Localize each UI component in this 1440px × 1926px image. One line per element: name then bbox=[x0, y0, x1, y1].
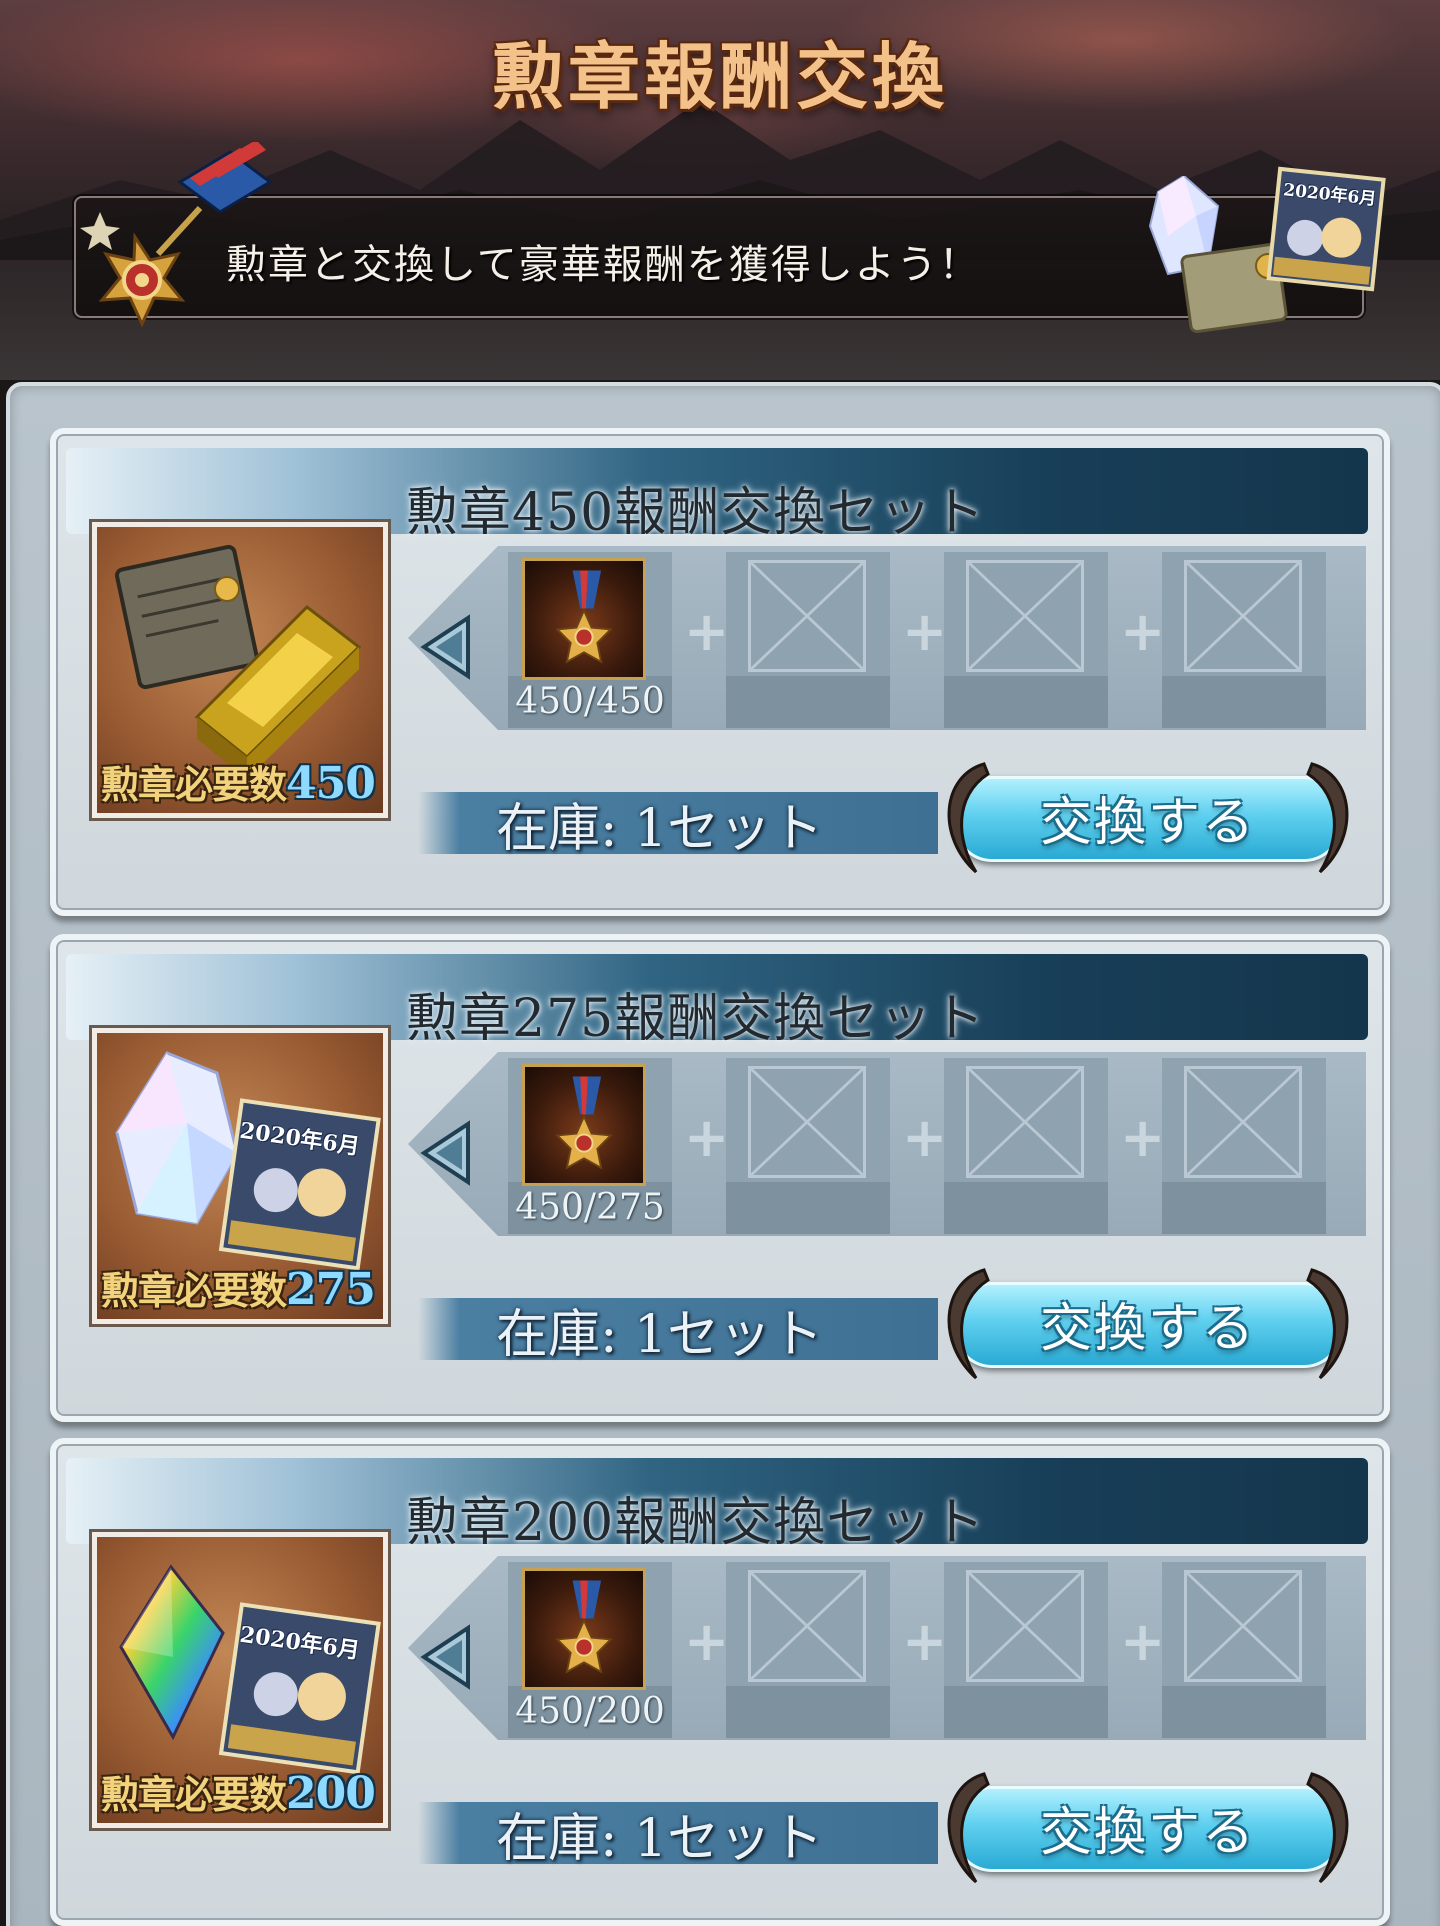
required-count: 275 bbox=[286, 1264, 376, 1315]
slot-base bbox=[1162, 1686, 1326, 1738]
slot-base bbox=[726, 1686, 890, 1738]
reward-thumbnail[interactable]: 2020年6月 勲章必要数275 bbox=[89, 1025, 391, 1327]
medal-count: 450/275 bbox=[515, 1187, 665, 1228]
exchange-button-label: 交換する bbox=[1039, 793, 1256, 853]
slot-base bbox=[726, 676, 890, 728]
exchange-button-label: 交換する bbox=[1039, 1803, 1256, 1863]
back-arrow-icon[interactable] bbox=[418, 1624, 474, 1690]
empty-slot bbox=[726, 1562, 890, 1738]
plus-icon: + bbox=[902, 600, 948, 663]
medal-slot[interactable]: 450/450 bbox=[508, 552, 672, 728]
empty-slot bbox=[944, 552, 1108, 728]
exchange-button[interactable]: 交換する bbox=[932, 1262, 1364, 1382]
exchange-set-card: 勲章450報酬交換セット 勲章必要数450 450/450 + + + 在庫: … bbox=[50, 428, 1390, 916]
empty-slot-icon bbox=[1184, 1570, 1302, 1682]
slot-base bbox=[726, 1182, 890, 1234]
set-title: 勲章450報酬交換セット bbox=[406, 483, 986, 543]
set-title: 勲章275報酬交換セット bbox=[406, 989, 986, 1049]
exchange-set-card: 勲章275報酬交換セット 2020年6月 勲章必要数275 450/275 + … bbox=[50, 934, 1390, 1422]
stock-text: 在庫: 1セット bbox=[496, 1305, 824, 1365]
medal-icon bbox=[522, 1064, 646, 1186]
slot-base bbox=[944, 1686, 1108, 1738]
stock-text: 在庫: 1セット bbox=[496, 1809, 824, 1869]
empty-slot-icon bbox=[966, 1570, 1084, 1682]
medal-slot[interactable]: 450/200 bbox=[508, 1562, 672, 1738]
empty-slot bbox=[944, 1562, 1108, 1738]
empty-slot-icon bbox=[1184, 560, 1302, 672]
empty-slot-icon bbox=[748, 560, 866, 672]
plus-icon: + bbox=[684, 1610, 730, 1673]
plus-icon: + bbox=[1120, 1610, 1166, 1673]
banner-text: 勲章と交換して豪華報酬を獲得しよう！ bbox=[226, 242, 981, 288]
exchange-set-card: 勲章200報酬交換セット 2020年6月 勲章必要数200 450/200 + … bbox=[50, 1438, 1390, 1926]
empty-slot-icon bbox=[748, 1570, 866, 1682]
empty-slot bbox=[1162, 552, 1326, 728]
medal-count: 450/200 bbox=[515, 1691, 665, 1732]
required-label-text: 勲章必要数 bbox=[101, 763, 287, 807]
empty-slot bbox=[726, 1058, 890, 1234]
empty-slot bbox=[726, 552, 890, 728]
exchange-button[interactable]: 交換する bbox=[932, 756, 1364, 876]
medal-count: 450/450 bbox=[515, 681, 665, 722]
medal-icon bbox=[522, 1568, 646, 1690]
medal-icon bbox=[80, 142, 273, 328]
required-label-text: 勲章必要数 bbox=[101, 1269, 287, 1313]
stock-text: 在庫: 1セット bbox=[496, 799, 824, 859]
required-count: 450 bbox=[286, 758, 376, 809]
slot-base bbox=[944, 1182, 1108, 1234]
required-label-text: 勲章必要数 bbox=[101, 1773, 287, 1817]
back-arrow-icon[interactable] bbox=[418, 1120, 474, 1186]
plus-icon: + bbox=[1120, 600, 1166, 663]
plus-icon: + bbox=[902, 1106, 948, 1169]
exchange-button[interactable]: 交換する bbox=[932, 1766, 1364, 1886]
required-medals-label: 勲章必要数275 bbox=[101, 1260, 376, 1315]
exchange-button-label: 交換する bbox=[1039, 1299, 1256, 1359]
reward-thumbnail[interactable]: 勲章必要数450 bbox=[89, 519, 391, 821]
slot-base bbox=[944, 676, 1108, 728]
plus-icon: + bbox=[1120, 1106, 1166, 1169]
ticket-icon: 2020年6月 bbox=[1262, 166, 1390, 294]
reward-thumbnail[interactable]: 2020年6月 勲章必要数200 bbox=[89, 1529, 391, 1831]
empty-slot bbox=[1162, 1562, 1326, 1738]
empty-slot bbox=[944, 1058, 1108, 1234]
page-title: 勲章報酬交換 bbox=[491, 34, 948, 119]
required-medals-label: 勲章必要数200 bbox=[101, 1764, 376, 1819]
empty-slot-icon bbox=[748, 1066, 866, 1178]
slot-base bbox=[1162, 1182, 1326, 1234]
required-medals-label: 勲章必要数450 bbox=[101, 754, 376, 809]
medal-slot[interactable]: 450/275 bbox=[508, 1058, 672, 1234]
slot-base bbox=[1162, 676, 1326, 728]
empty-slot-icon bbox=[966, 1066, 1084, 1178]
medal-icon bbox=[522, 558, 646, 680]
empty-slot-icon bbox=[1184, 1066, 1302, 1178]
back-arrow-icon[interactable] bbox=[418, 614, 474, 680]
plus-icon: + bbox=[684, 1106, 730, 1169]
required-count: 200 bbox=[286, 1768, 376, 1819]
set-title: 勲章200報酬交換セット bbox=[406, 1493, 986, 1553]
empty-slot bbox=[1162, 1058, 1326, 1234]
page-header: 勲章報酬交換 勲章と交換して豪華報酬を獲得しよう！ 2020年6月 bbox=[0, 0, 1440, 380]
plus-icon: + bbox=[684, 600, 730, 663]
plus-icon: + bbox=[902, 1610, 948, 1673]
empty-slot-icon bbox=[966, 560, 1084, 672]
